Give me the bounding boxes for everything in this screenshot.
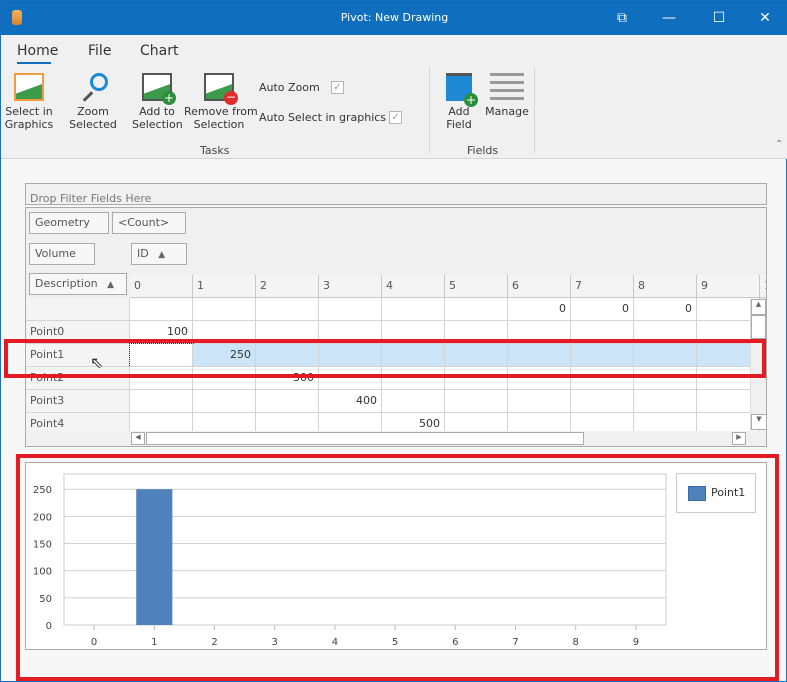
pivot-cell[interactable] bbox=[193, 413, 256, 431]
pivot-cell[interactable] bbox=[508, 390, 571, 413]
pivot-cell[interactable] bbox=[634, 390, 697, 413]
manage-label: Manage bbox=[485, 105, 529, 118]
tab-chart[interactable]: Chart bbox=[140, 43, 178, 59]
fields-group-label: Fields bbox=[467, 144, 499, 157]
add-to-selection-button[interactable]: + Add to Selection bbox=[132, 73, 183, 131]
pivot-cell[interactable] bbox=[445, 413, 508, 431]
manage-list-icon bbox=[490, 73, 524, 101]
pivot-cell[interactable] bbox=[445, 298, 508, 321]
column-header[interactable]: 6 bbox=[508, 275, 571, 298]
column-header[interactable]: 8 bbox=[634, 275, 697, 298]
pivot-cell[interactable]: 400 bbox=[319, 390, 382, 413]
auto-zoom-label: Auto Zoom bbox=[259, 81, 320, 94]
column-header[interactable]: 0 bbox=[130, 275, 193, 298]
scroll-up-icon[interactable]: ▲ bbox=[751, 299, 766, 315]
add-to-selection-label: Add to Selection bbox=[132, 105, 183, 131]
pivot-cell[interactable] bbox=[256, 390, 319, 413]
maximize-button[interactable]: ☐ bbox=[696, 1, 742, 35]
sort-ascending-icon: ▲ bbox=[158, 250, 166, 260]
pivot-cell[interactable] bbox=[130, 413, 193, 431]
horizontal-scroll-thumb[interactable] bbox=[146, 432, 584, 445]
field-count[interactable]: <Count> bbox=[112, 212, 186, 234]
field-volume[interactable]: Volume bbox=[29, 243, 95, 265]
active-tab-underline bbox=[17, 62, 51, 64]
pivot-cell[interactable]: 0 bbox=[634, 298, 697, 321]
pivot-cell[interactable]: 0 bbox=[508, 298, 571, 321]
title-bar: Pivot: New Drawing ⧉ — ☐ ✕ bbox=[1, 1, 787, 35]
zoom-selected-label: Zoom Selected bbox=[69, 105, 117, 131]
pivot-cell[interactable] bbox=[193, 390, 256, 413]
row-header[interactable]: Point4 bbox=[26, 413, 130, 431]
field-id[interactable]: ID ▲ bbox=[131, 243, 187, 265]
pivot-cell[interactable] bbox=[319, 413, 382, 431]
column-header[interactable]: 3 bbox=[319, 275, 382, 298]
column-header[interactable]: 4 bbox=[382, 275, 445, 298]
pivot-cell[interactable] bbox=[193, 298, 256, 321]
filter-drop-area[interactable]: Drop Filter Fields Here bbox=[25, 183, 767, 205]
chart-highlight-annotation bbox=[16, 454, 779, 681]
pivot-cell[interactable] bbox=[130, 390, 193, 413]
pivot-window: Pivot: New Drawing ⧉ — ☐ ✕ Home File Cha… bbox=[0, 0, 787, 682]
row-highlight-annotation bbox=[4, 339, 766, 378]
remove-from-selection-label: Remove from Selection bbox=[184, 105, 258, 131]
close-button[interactable]: ✕ bbox=[742, 1, 787, 35]
filter-placeholder: Drop Filter Fields Here bbox=[30, 192, 152, 205]
pivot-cell[interactable] bbox=[634, 413, 697, 431]
pivot-cell[interactable] bbox=[130, 298, 193, 321]
add-field-label: Add Field bbox=[446, 105, 472, 131]
ribbon: Home File Chart Select in Graphics Zoom … bbox=[1, 35, 787, 159]
column-header[interactable]: 7 bbox=[571, 275, 634, 298]
column-header[interactable]: 1 bbox=[760, 275, 766, 298]
restore-down-button[interactable]: ⧉ bbox=[599, 1, 645, 35]
column-header[interactable]: 1 bbox=[193, 275, 256, 298]
scroll-down-icon[interactable]: ▼ bbox=[751, 414, 767, 430]
field-geometry[interactable]: Geometry bbox=[29, 212, 109, 234]
remove-from-selection-button[interactable]: − Remove from Selection bbox=[184, 73, 258, 131]
zoom-selected-button[interactable]: Zoom Selected bbox=[55, 73, 131, 131]
pivot-cell[interactable] bbox=[571, 413, 634, 431]
pivot-grid: Geometry <Count> Volume ID ▲ Description… bbox=[25, 207, 767, 447]
add-picture-icon: + bbox=[142, 73, 176, 105]
group-divider bbox=[534, 67, 535, 153]
auto-zoom-checkbox[interactable]: ✓ bbox=[331, 81, 344, 94]
collapse-ribbon-icon[interactable]: ⌃ bbox=[775, 139, 783, 150]
row-header[interactable]: Point3 bbox=[26, 390, 130, 413]
minimize-button[interactable]: — bbox=[646, 1, 692, 35]
select-picture-icon bbox=[14, 73, 44, 101]
vertical-scroll-thumb[interactable] bbox=[751, 315, 766, 339]
add-field-icon: + bbox=[446, 73, 478, 107]
tasks-group-label: Tasks bbox=[200, 144, 230, 157]
pivot-cell[interactable] bbox=[256, 413, 319, 431]
scroll-left-icon[interactable]: ◀ bbox=[131, 432, 145, 445]
column-header[interactable]: 5 bbox=[445, 275, 508, 298]
manage-button[interactable]: Manage bbox=[485, 73, 529, 118]
pivot-cell[interactable] bbox=[256, 298, 319, 321]
column-header[interactable]: 2 bbox=[256, 275, 319, 298]
scroll-right-icon[interactable]: ▶ bbox=[732, 432, 746, 445]
tab-home[interactable]: Home bbox=[17, 43, 58, 59]
pivot-cell[interactable]: 0 bbox=[571, 298, 634, 321]
select-in-graphics-label: Select in Graphics bbox=[4, 105, 54, 131]
pivot-cell[interactable] bbox=[571, 390, 634, 413]
pivot-cell[interactable] bbox=[382, 390, 445, 413]
remove-picture-icon: − bbox=[204, 73, 238, 105]
field-id-label: ID bbox=[137, 247, 149, 260]
pivot-cell[interactable] bbox=[382, 298, 445, 321]
auto-select-label: Auto Select in graphics bbox=[259, 111, 387, 124]
pivot-cell[interactable] bbox=[445, 390, 508, 413]
column-header[interactable]: 9 bbox=[697, 275, 760, 298]
horizontal-scrollbar[interactable]: ◀ ▶ bbox=[130, 431, 750, 446]
magnifier-icon bbox=[78, 73, 108, 102]
group-divider bbox=[429, 67, 430, 153]
pivot-cell[interactable] bbox=[508, 413, 571, 431]
pivot-cell[interactable] bbox=[319, 298, 382, 321]
row-header[interactable] bbox=[26, 298, 130, 321]
tab-file[interactable]: File bbox=[88, 43, 111, 59]
select-in-graphics-button[interactable]: Select in Graphics bbox=[4, 73, 54, 131]
add-field-button[interactable]: + Add Field bbox=[435, 73, 483, 131]
pivot-cell[interactable]: 500 bbox=[382, 413, 445, 431]
auto-select-checkbox[interactable]: ✓ bbox=[389, 111, 402, 124]
